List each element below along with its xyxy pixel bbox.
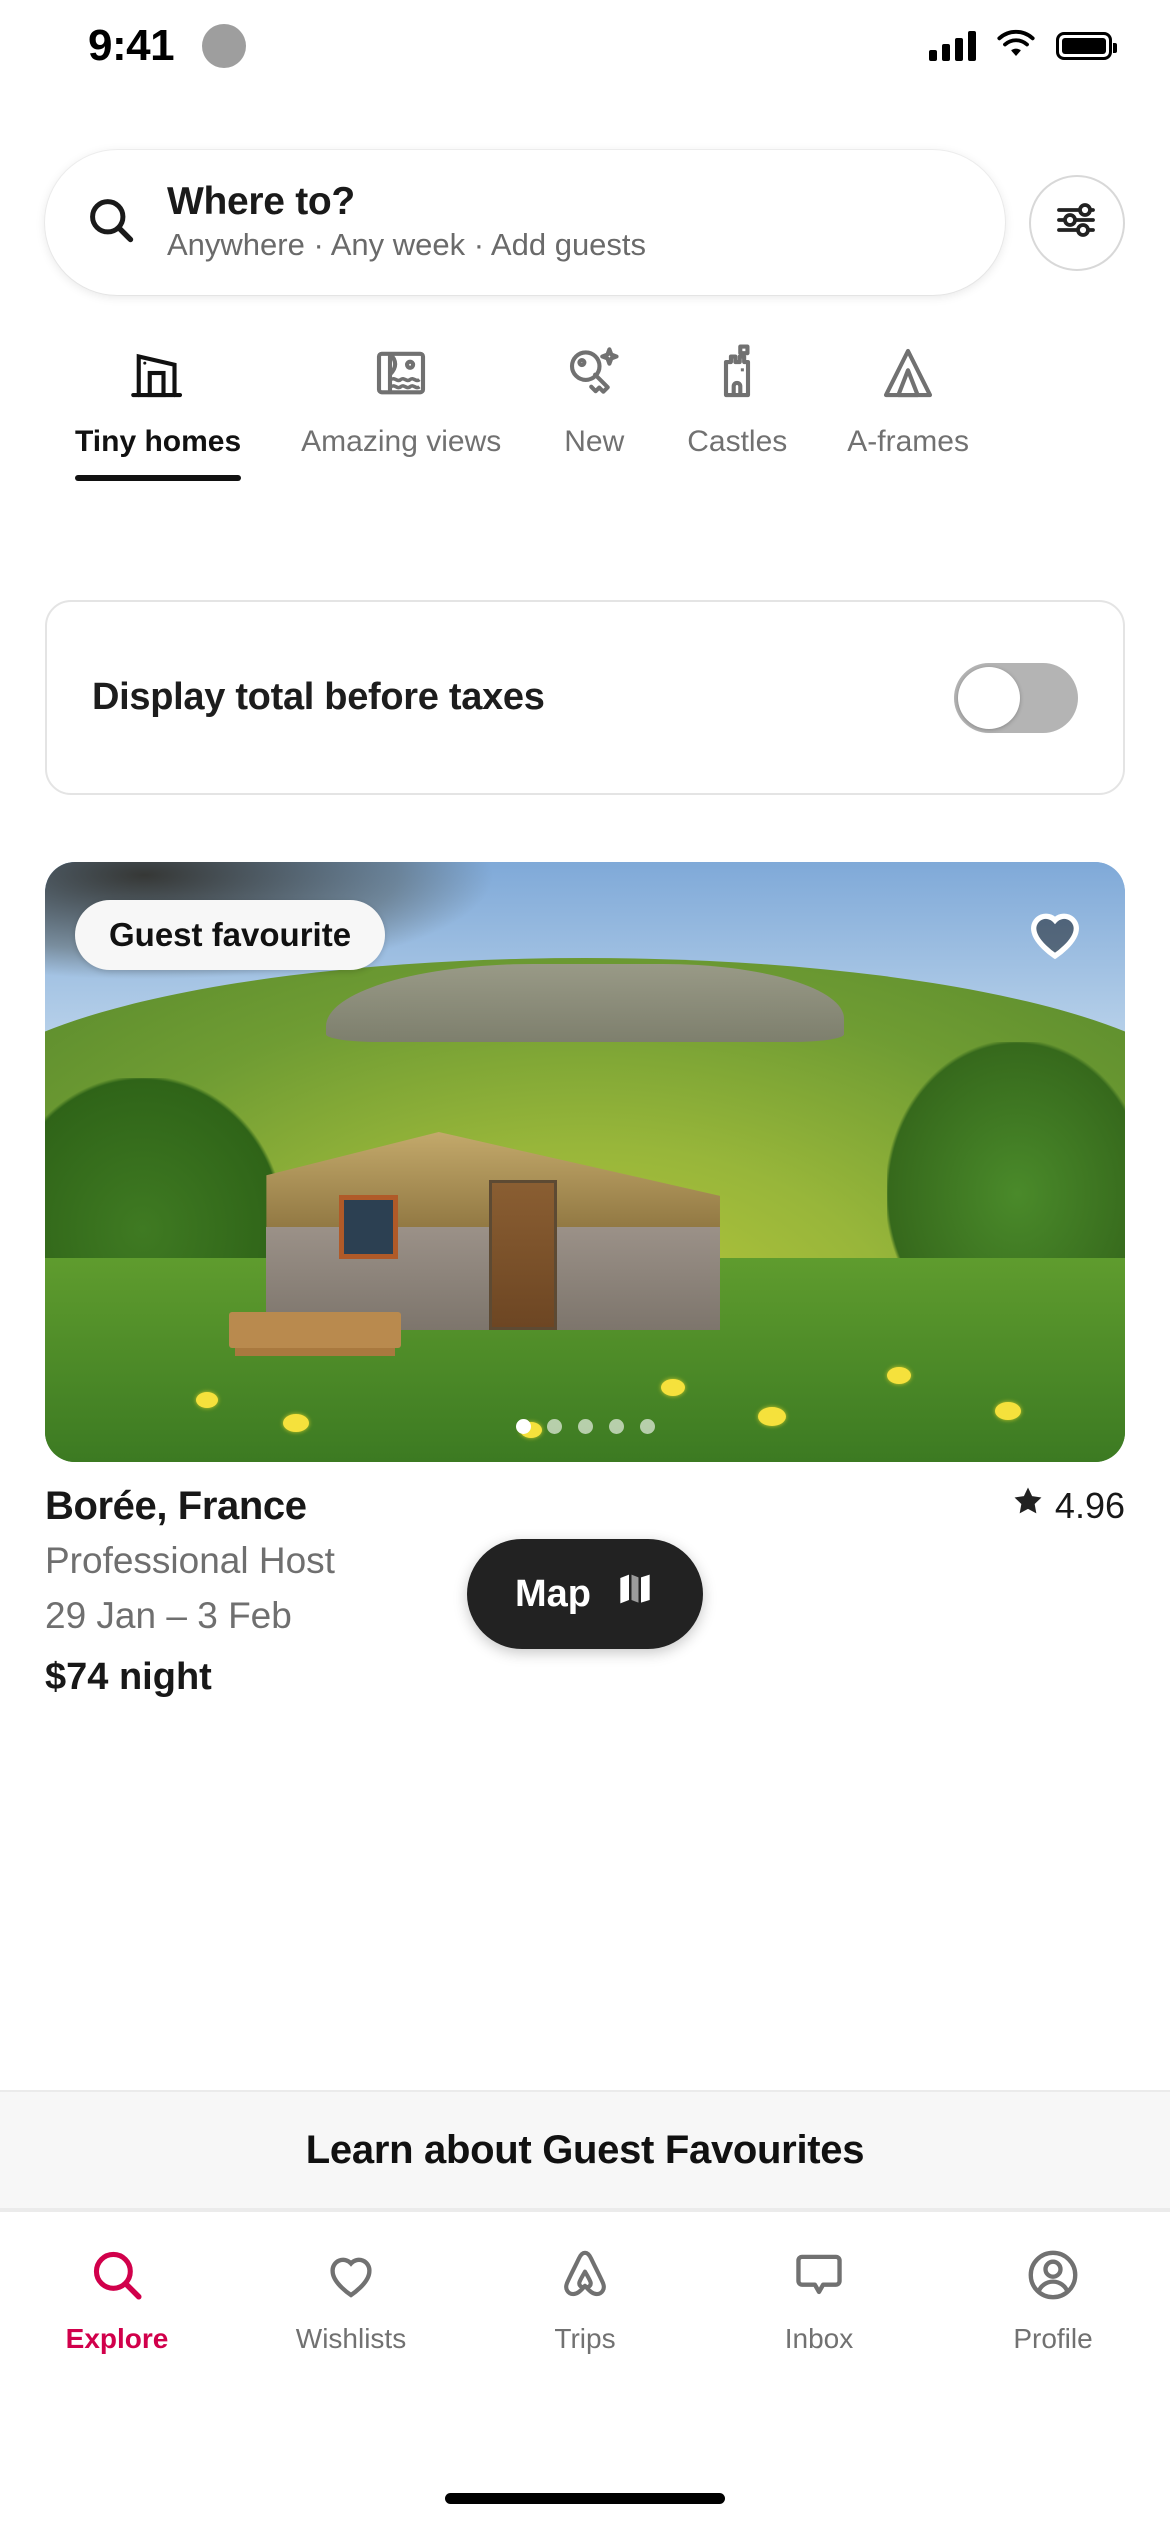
listing-price: $74 night [45, 1655, 212, 1698]
star-icon [1011, 1484, 1045, 1527]
photo-dandelion [660, 1379, 685, 1396]
status-bar-right [929, 29, 1117, 64]
photo-picnic-bench [228, 1312, 402, 1348]
display-total-before-taxes-card[interactable]: Display total before taxes [45, 600, 1125, 795]
heart-icon [1023, 913, 1087, 968]
active-tab-underline [75, 475, 242, 481]
listing-title-row: Borée, France 4.96 [45, 1484, 1125, 1529]
nav-item-trips[interactable]: Trips [485, 2246, 685, 2355]
bottom-navigation[interactable]: Explore Wishlists Trips Inbox Profile [0, 2210, 1170, 2532]
map-button-label: Map [515, 1572, 591, 1615]
nav-item-label: Profile [1013, 2323, 1093, 2354]
app-screen: 9:41 Where to? Anywhere · Any week · Add… [0, 0, 1170, 2532]
carousel-dot[interactable] [639, 1419, 655, 1434]
search-header: Where to? Anywhere · Any week · Add gues… [0, 150, 1170, 295]
category-tab-amazing-views[interactable]: Amazing views [271, 335, 531, 459]
map-button[interactable]: Map [467, 1539, 703, 1649]
guest-favourite-badge: Guest favourite [75, 900, 386, 970]
guest-favourite-badge-label: Guest favourite [109, 916, 352, 953]
filter-sliders-icon [1053, 196, 1101, 249]
nav-item-explore[interactable]: Explore [17, 2246, 217, 2355]
learn-banner-label: Learn about Guest Favourites [305, 2127, 865, 2172]
tiny-home-icon [125, 335, 191, 411]
search-icon [88, 2246, 146, 2309]
listing-card[interactable]: Guest favourite Borée, France 4.96 Profe… [45, 862, 1125, 1699]
photo-stone-cottage [266, 1132, 720, 1330]
category-tab-label: Amazing views [301, 425, 502, 458]
status-bar: 9:41 [0, 0, 1170, 92]
carousel-dot[interactable] [608, 1419, 624, 1434]
search-icon [85, 194, 137, 251]
map-icon [615, 1569, 655, 1619]
category-tab-label: A-frames [847, 425, 969, 458]
listing-details: Borée, France 4.96 Professional Host 29 … [45, 1484, 1125, 1699]
battery-full-icon [1056, 32, 1117, 60]
category-tab-new[interactable]: New [531, 335, 657, 459]
category-tab-tiny-homes[interactable]: Tiny homes [45, 335, 271, 481]
nav-item-inbox[interactable]: Inbox [719, 2246, 919, 2355]
search-subtitle: Anywhere · Any week · Add guests [167, 227, 647, 263]
category-tab-a-frames[interactable]: A-frames [817, 335, 999, 459]
carousel-dot[interactable] [546, 1419, 562, 1434]
user-circle-icon [1024, 2246, 1082, 2309]
listing-photo-carousel[interactable]: Guest favourite [45, 862, 1125, 1462]
home-indicator [445, 2493, 725, 2504]
listing-title: Borée, France [45, 1484, 307, 1528]
favourite-button[interactable] [1023, 900, 1087, 964]
nav-item-label: Explore [65, 2323, 169, 2354]
nav-item-label: Trips [554, 2323, 616, 2354]
nav-item-profile[interactable]: Profile [953, 2246, 1153, 2355]
carousel-dot[interactable] [515, 1419, 531, 1434]
amazing-views-icon [368, 335, 434, 411]
message-bubble-icon [790, 2246, 848, 2309]
cottage-window [338, 1195, 398, 1259]
nav-item-wishlists[interactable]: Wishlists [251, 2246, 451, 2355]
filter-button[interactable] [1029, 174, 1125, 271]
photo-carousel-dots[interactable] [45, 1419, 1125, 1434]
listing-rating: 4.96 [1011, 1484, 1125, 1527]
camera-cutout-icon [202, 24, 247, 68]
taxes-toggle-switch[interactable] [954, 662, 1078, 733]
castle-icon [704, 335, 770, 411]
category-tab-label: Castles [687, 425, 788, 458]
signal-bars-icon [929, 31, 976, 61]
status-bar-left: 9:41 [88, 21, 247, 71]
nav-item-label: Wishlists [295, 2323, 407, 2354]
category-tabs[interactable]: Tiny homes Amazing views New Castles A-f… [0, 335, 1170, 535]
toggle-knob [958, 666, 1020, 729]
category-tab-castles[interactable]: Castles [657, 335, 817, 459]
category-tab-label: Tiny homes [75, 425, 242, 458]
search-bar[interactable]: Where to? Anywhere · Any week · Add gues… [45, 150, 1005, 295]
wifi-icon [996, 29, 1036, 64]
key-sparkle-icon [561, 335, 627, 411]
heart-icon [322, 2246, 380, 2309]
search-title: Where to? [167, 182, 355, 224]
listing-rating-value: 4.96 [1054, 1484, 1125, 1526]
taxes-toggle-label: Display total before taxes [92, 676, 545, 718]
category-tab-label: New [564, 425, 625, 458]
airbnb-belo-icon [556, 2246, 614, 2309]
status-bar-time: 9:41 [88, 21, 175, 70]
cottage-door [488, 1179, 557, 1330]
nav-item-label: Inbox [784, 2323, 854, 2354]
a-frame-icon [875, 335, 941, 411]
carousel-dot[interactable] [577, 1419, 593, 1434]
learn-about-guest-favourites-banner[interactable]: Learn about Guest Favourites [0, 2090, 1170, 2210]
